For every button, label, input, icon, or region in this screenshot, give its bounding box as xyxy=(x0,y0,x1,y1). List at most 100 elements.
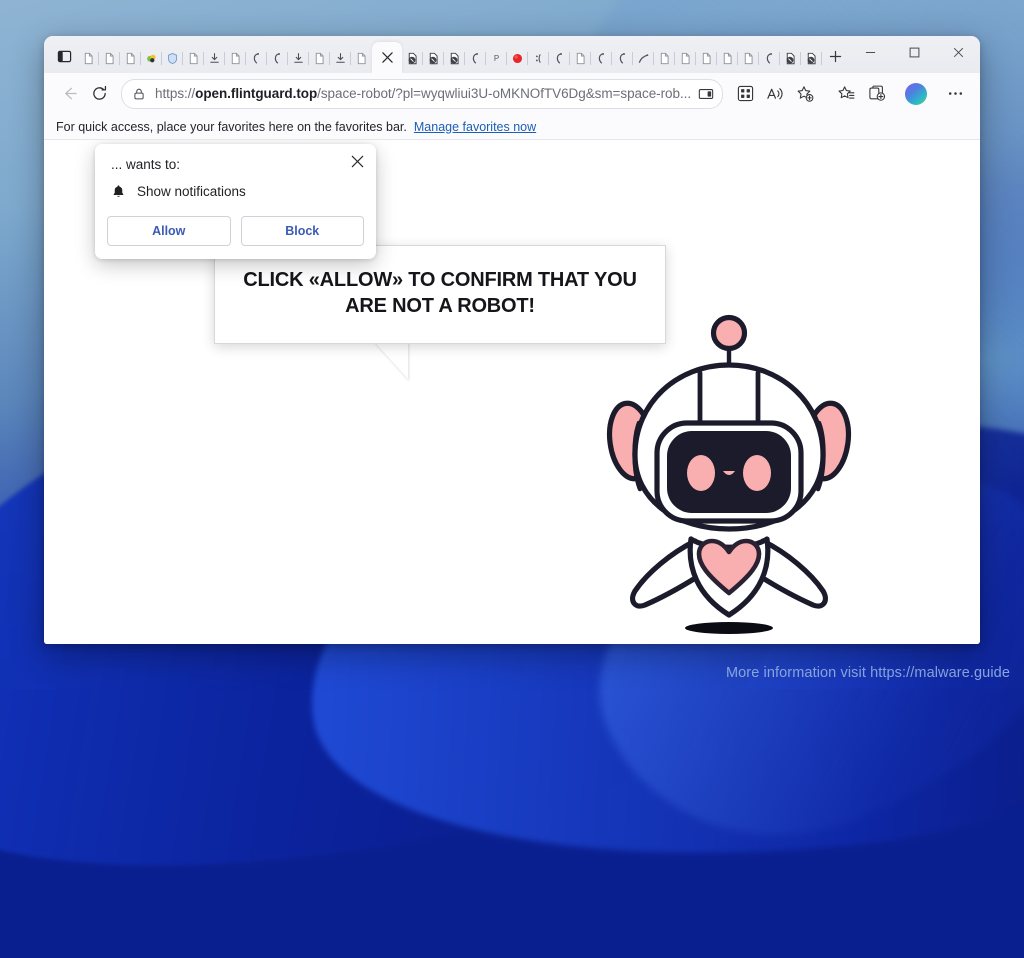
permission-row: Show notifications xyxy=(95,184,376,199)
tab[interactable] xyxy=(330,44,351,73)
tab[interactable] xyxy=(288,44,309,73)
tab[interactable] xyxy=(402,44,423,73)
page-icon xyxy=(660,52,669,65)
hook-icon xyxy=(766,53,772,64)
allow-button[interactable]: Allow xyxy=(107,216,231,246)
bubble-text: CLICK «ALLOW» TO CONFIRM THAT YOU ARE NO… xyxy=(243,269,637,317)
tab[interactable] xyxy=(309,44,330,73)
page-icon xyxy=(576,52,585,65)
tab[interactable] xyxy=(738,44,759,73)
blocked-page-icon xyxy=(807,52,816,65)
hook-icon xyxy=(274,53,280,64)
avatar xyxy=(905,82,927,105)
page-icon xyxy=(126,52,135,65)
tab[interactable] xyxy=(696,44,717,73)
hook-icon xyxy=(253,53,259,64)
tab[interactable] xyxy=(423,44,444,73)
notification-permission-dialog: ... wants to: Show notifications Allow B… xyxy=(95,144,376,259)
add-favorite-icon[interactable] xyxy=(790,79,820,109)
favorites-icon[interactable] xyxy=(832,79,862,109)
arc-icon xyxy=(638,54,649,63)
read-aloud-icon[interactable] xyxy=(760,79,790,109)
dialog-buttons: Allow Block xyxy=(95,216,376,246)
tab[interactable] xyxy=(654,44,675,73)
tab[interactable]: P xyxy=(486,44,507,73)
minimize-button[interactable] xyxy=(848,36,892,68)
tabs-container: P xyxy=(78,39,822,73)
split-screen-icon[interactable] xyxy=(694,82,718,106)
page-icon xyxy=(231,52,240,65)
favorites-hint: For quick access, place your favorites h… xyxy=(56,119,407,134)
manage-favorites-link[interactable]: Manage favorites now xyxy=(414,120,536,134)
tab[interactable] xyxy=(759,44,780,73)
back-arrow-icon[interactable] xyxy=(54,79,84,109)
tab-strip: P xyxy=(44,36,980,73)
collections-icon[interactable] xyxy=(862,79,892,109)
bell-icon xyxy=(111,184,126,199)
tab[interactable] xyxy=(591,44,612,73)
tab[interactable] xyxy=(267,44,288,73)
tab[interactable] xyxy=(465,44,486,73)
tab[interactable] xyxy=(549,44,570,73)
space-robot-illustration xyxy=(599,305,859,635)
hook-icon xyxy=(556,53,562,64)
tab[interactable] xyxy=(351,44,372,73)
page-icon xyxy=(357,52,366,65)
page-icon xyxy=(702,52,711,65)
tab[interactable] xyxy=(162,44,183,73)
tab[interactable] xyxy=(507,44,528,73)
tab[interactable] xyxy=(717,44,738,73)
close-icon xyxy=(381,52,393,63)
tab[interactable] xyxy=(612,44,633,73)
robot-shadow xyxy=(685,622,773,634)
tab[interactable] xyxy=(246,44,267,73)
tab[interactable] xyxy=(225,44,246,73)
page-icon xyxy=(744,52,753,65)
page-icon xyxy=(315,52,324,65)
tab[interactable] xyxy=(99,44,120,73)
tab[interactable] xyxy=(444,44,465,73)
tab[interactable] xyxy=(801,44,822,73)
tab[interactable] xyxy=(675,44,696,73)
tab[interactable] xyxy=(141,44,162,73)
page-icon xyxy=(681,52,690,65)
tab[interactable] xyxy=(570,44,591,73)
blocked-page-icon xyxy=(429,52,438,65)
profile-avatar[interactable] xyxy=(901,79,931,109)
collections-grid-icon[interactable] xyxy=(730,79,760,109)
tab-search-icon[interactable] xyxy=(50,42,78,70)
lock-icon xyxy=(132,87,146,101)
new-tab-button[interactable] xyxy=(822,43,848,69)
page-icon xyxy=(84,52,93,65)
page-icon xyxy=(189,52,198,65)
hook-icon xyxy=(472,53,478,64)
blocked-page-icon xyxy=(786,52,795,65)
close-icon[interactable] xyxy=(347,151,367,171)
address-bar[interactable]: https://open.flintguard.top/space-robot/… xyxy=(121,78,723,109)
page-icon xyxy=(723,52,732,65)
url-text: https://open.flintguard.top/space-robot/… xyxy=(155,86,692,101)
close-button[interactable] xyxy=(936,36,980,68)
blocked-page-icon xyxy=(450,52,459,65)
page-icon xyxy=(105,52,114,65)
shield-icon xyxy=(167,52,178,64)
tab[interactable] xyxy=(780,44,801,73)
tab[interactable] xyxy=(528,44,549,73)
tab[interactable] xyxy=(204,44,225,73)
tab[interactable] xyxy=(183,44,204,73)
permission-label: Show notifications xyxy=(137,184,246,199)
maximize-button[interactable] xyxy=(892,36,936,68)
tab[interactable] xyxy=(78,44,99,73)
red-circle-icon xyxy=(512,53,523,64)
download-icon xyxy=(336,53,345,63)
block-button[interactable]: Block xyxy=(240,216,364,246)
speech-bubble: CLICK «ALLOW» TO CONFIRM THAT YOU ARE NO… xyxy=(214,245,666,345)
tab[interactable] xyxy=(120,44,141,73)
tab[interactable] xyxy=(633,44,654,73)
more-options-icon[interactable] xyxy=(940,79,970,109)
browser-toolbar: https://open.flintguard.top/space-robot/… xyxy=(44,73,980,114)
active-tab[interactable] xyxy=(372,42,402,73)
dots-icon xyxy=(535,54,541,63)
refresh-icon[interactable] xyxy=(84,79,114,109)
dialog-title: ... wants to: xyxy=(111,157,181,172)
